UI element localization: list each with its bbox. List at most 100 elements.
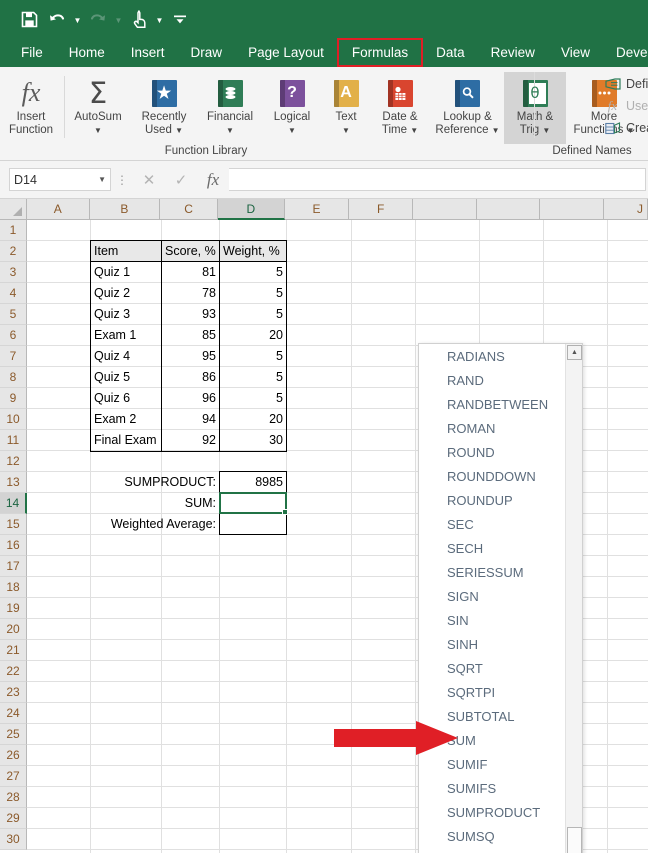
menu-item-sinh[interactable]: SINH [419, 632, 582, 656]
recently-used-button[interactable]: ★ Recently Used ▼ [129, 72, 199, 144]
row-header-3[interactable]: 3 [0, 262, 27, 283]
row-header-20[interactable]: 20 [0, 619, 27, 640]
row-header-14[interactable]: 14 [0, 493, 27, 514]
column-header-i[interactable] [540, 199, 605, 220]
menu-item-sign[interactable]: SIGN [419, 584, 582, 608]
column-header-b[interactable]: B [89, 199, 161, 220]
dropdown-scrollbar[interactable]: ▲ ▼ [565, 344, 582, 853]
create-from-selection-button[interactable]: Creat [604, 117, 648, 139]
formula-bar-grip[interactable]: ⋮ [111, 173, 133, 187]
menu-item-randbetween[interactable]: RANDBETWEEN [419, 392, 582, 416]
tab-insert[interactable]: Insert [118, 38, 178, 67]
recently-used-caret-icon[interactable]: ▼ [175, 126, 183, 135]
row-header-6[interactable]: 6 [0, 325, 27, 346]
cancel-icon[interactable]: ✕ [133, 168, 165, 191]
column-header-e[interactable]: E [284, 199, 350, 220]
menu-item-sqrt[interactable]: SQRT [419, 656, 582, 680]
column-header-c[interactable]: C [160, 199, 218, 220]
column-header-j[interactable]: J [604, 199, 648, 220]
enter-icon[interactable]: ✓ [165, 168, 197, 191]
row-header-2[interactable]: 2 [0, 241, 27, 262]
logical-caret-icon[interactable]: ▼ [288, 126, 296, 135]
menu-item-radians[interactable]: RADIANS [419, 344, 582, 368]
insert-function-icon[interactable]: fx [197, 168, 229, 191]
touch-mode-icon[interactable] [126, 5, 152, 33]
tab-page-layout[interactable]: Page Layout [235, 38, 337, 67]
row-header-12[interactable]: 12 [0, 451, 27, 472]
row-header-15[interactable]: 15 [0, 514, 27, 535]
redo-icon[interactable] [85, 5, 111, 33]
menu-item-roundup[interactable]: ROUNDUP [419, 488, 582, 512]
row-header-7[interactable]: 7 [0, 346, 27, 367]
row-header-22[interactable]: 22 [0, 661, 27, 682]
row-header-29[interactable]: 29 [0, 808, 27, 829]
select-all-corner[interactable] [0, 199, 27, 220]
tab-view[interactable]: View [548, 38, 603, 67]
scrollbar-thumb[interactable] [567, 827, 582, 853]
menu-item-sec[interactable]: SEC [419, 512, 582, 536]
menu-item-sumifs[interactable]: SUMIFS [419, 776, 582, 800]
row-header-19[interactable]: 19 [0, 598, 27, 619]
row-header-18[interactable]: 18 [0, 577, 27, 598]
scroll-up-arrow-icon[interactable]: ▲ [567, 345, 582, 360]
column-header-h[interactable] [476, 199, 541, 220]
menu-item-sumif[interactable]: SUMIF [419, 752, 582, 776]
math-trig-button[interactable]: θ Math & Trig ▼ [504, 72, 566, 144]
menu-item-seriessum[interactable]: SERIESSUM [419, 560, 582, 584]
insert-function-button[interactable]: fx Insert Function [0, 72, 62, 144]
touch-mode-caret-icon[interactable]: ▼ [154, 5, 165, 33]
name-box[interactable]: D14 ▼ [9, 168, 111, 191]
fill-handle[interactable] [282, 509, 288, 515]
logical-button[interactable]: ? Logical ▼ [261, 72, 323, 144]
row-header-11[interactable]: 11 [0, 430, 27, 451]
menu-item-round[interactable]: ROUND [419, 440, 582, 464]
financial-button[interactable]: Financial ▼ [199, 72, 261, 144]
text-button[interactable]: A Text ▼ [323, 72, 369, 144]
lookup-reference-caret-icon[interactable]: ▼ [492, 126, 500, 135]
menu-item-sin[interactable]: SIN [419, 608, 582, 632]
define-name-button[interactable]: Defin [604, 73, 648, 95]
use-in-formula-button[interactable]: fx Use i [604, 95, 648, 117]
row-header-4[interactable]: 4 [0, 283, 27, 304]
row-header-13[interactable]: 13 [0, 472, 27, 493]
row-header-27[interactable]: 27 [0, 766, 27, 787]
tab-home[interactable]: Home [56, 38, 118, 67]
customize-qat-icon[interactable] [167, 5, 193, 33]
row-header-21[interactable]: 21 [0, 640, 27, 661]
column-header-f[interactable]: F [349, 199, 414, 220]
tab-review[interactable]: Review [478, 38, 548, 67]
tab-data[interactable]: Data [423, 38, 478, 67]
financial-caret-icon[interactable]: ▼ [226, 126, 234, 135]
save-icon[interactable] [16, 5, 42, 33]
menu-item-sumsq[interactable]: SUMSQ [419, 824, 582, 848]
tab-draw[interactable]: Draw [178, 38, 236, 67]
row-header-9[interactable]: 9 [0, 388, 27, 409]
column-header-a[interactable]: A [26, 199, 90, 220]
undo-icon[interactable] [44, 5, 70, 33]
formula-input[interactable] [229, 168, 646, 191]
menu-item-sqrtpi[interactable]: SQRTPI [419, 680, 582, 704]
menu-item-sech[interactable]: SECH [419, 536, 582, 560]
tab-developer[interactable]: Developer [603, 38, 648, 67]
menu-item-sumx2my2[interactable]: SUMX2MY2 [419, 848, 582, 853]
math-trig-caret-icon[interactable]: ▼ [542, 126, 550, 135]
undo-dropdown-caret-icon[interactable]: ▼ [72, 5, 83, 33]
chevron-down-icon[interactable]: ▼ [98, 175, 106, 184]
menu-item-rounddown[interactable]: ROUNDDOWN [419, 464, 582, 488]
row-header-10[interactable]: 10 [0, 409, 27, 430]
tab-formulas[interactable]: Formulas [336, 38, 424, 67]
row-header-5[interactable]: 5 [0, 304, 27, 325]
row-header-16[interactable]: 16 [0, 535, 27, 556]
menu-item-sumproduct[interactable]: SUMPRODUCT [419, 800, 582, 824]
lookup-reference-button[interactable]: Lookup & Reference ▼ [431, 72, 504, 144]
cell-summary-label-13[interactable]: SUMPRODUCT: [91, 472, 219, 492]
redo-dropdown-caret-icon[interactable]: ▼ [113, 5, 124, 33]
row-header-30[interactable]: 30 [0, 829, 27, 850]
autosum-button[interactable]: Σ AutoSum ▼ [67, 72, 129, 144]
row-header-26[interactable]: 26 [0, 745, 27, 766]
cell-summary-label-14[interactable]: SUM: [91, 493, 219, 513]
row-header-1[interactable]: 1 [0, 220, 27, 241]
column-header-d[interactable]: D [217, 199, 285, 220]
row-header-8[interactable]: 8 [0, 367, 27, 388]
row-header-17[interactable]: 17 [0, 556, 27, 577]
